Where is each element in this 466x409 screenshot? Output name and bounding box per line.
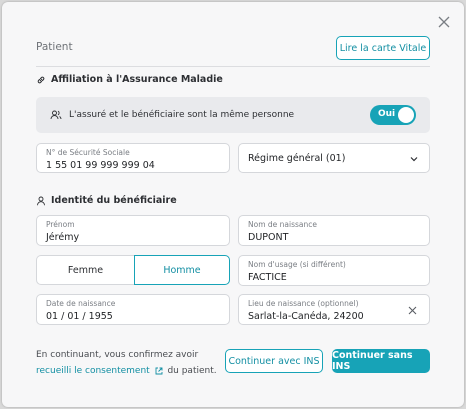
sexe-femme-option[interactable]: Femme	[36, 255, 134, 285]
ss-number-field[interactable]: N° de Sécurité Sociale 1 55 01 99 999 99…	[36, 143, 230, 173]
consent-text-before: En continuant, vous confirmez avoir	[36, 350, 199, 360]
affiliation-section-title: Affiliation à l'Assurance Maladie	[36, 74, 223, 85]
date-naissance-value: 01 / 01 / 1955	[46, 311, 113, 322]
clear-icon[interactable]	[408, 306, 417, 315]
external-link-icon	[155, 367, 163, 374]
date-naissance-field[interactable]: Date de naissance 01 / 01 / 1955	[36, 294, 230, 325]
regime-select[interactable]: Régime général (01)	[238, 143, 430, 173]
toggle-knob	[398, 107, 414, 123]
lieu-naissance-field[interactable]: Lieu de naissance (optionnel) Sarlat-la-…	[238, 294, 430, 325]
regime-value: Régime général (01)	[248, 153, 346, 164]
lieu-naissance-label: Lieu de naissance (optionnel)	[248, 299, 359, 308]
chevron-down-icon	[410, 157, 418, 162]
same-person-row: L'assuré et le bénéficiaire sont la même…	[36, 97, 430, 133]
lieu-naissance-value: Sarlat-la-Canéda, 24200	[248, 311, 364, 322]
sexe-homme-option[interactable]: Homme	[134, 255, 230, 285]
nom-usage-field[interactable]: Nom d'usage (si différent) FACTICE	[238, 255, 430, 286]
ss-number-value: 1 55 01 99 999 999 04	[46, 160, 155, 171]
header-divider	[36, 66, 430, 67]
read-vitale-card-button[interactable]: Lire la carte Vitale	[336, 36, 430, 60]
user-icon	[37, 196, 45, 205]
consent-link[interactable]: recueilli le consentement	[36, 366, 150, 376]
consent-notice: En continuant, vous confirmez avoir recu…	[36, 347, 226, 379]
continue-with-ins-button[interactable]: Continuer avec INS	[225, 349, 323, 373]
affiliation-title-text: Affiliation à l'Assurance Maladie	[51, 74, 223, 85]
patient-modal: Patient Lire la carte Vitale Affiliation…	[2, 2, 464, 407]
link-icon	[37, 76, 45, 83]
nom-naissance-label: Nom de naissance	[248, 220, 317, 229]
prenom-field[interactable]: Prénom Jérémy	[36, 215, 230, 246]
ss-number-label: N° de Sécurité Sociale	[46, 148, 130, 157]
same-person-label: L'assuré et le bénéficiaire sont la même…	[69, 110, 295, 120]
users-icon	[50, 110, 62, 120]
consent-text-after: du patient.	[167, 366, 217, 376]
close-icon[interactable]	[436, 14, 452, 30]
same-person-toggle[interactable]: Oui	[370, 105, 416, 125]
nom-naissance-field[interactable]: Nom de naissance DUPONT	[238, 215, 430, 246]
nom-usage-label: Nom d'usage (si différent)	[248, 260, 346, 269]
identity-section-title: Identité du bénéficiaire	[36, 195, 177, 206]
nom-usage-value: FACTICE	[248, 272, 287, 283]
nom-naissance-value: DUPONT	[248, 232, 289, 243]
continue-without-ins-button[interactable]: Continuer sans INS	[332, 349, 430, 373]
prenom-label: Prénom	[46, 220, 75, 229]
date-naissance-label: Date de naissance	[46, 299, 116, 308]
toggle-label: Oui	[378, 109, 396, 119]
page-title: Patient	[36, 41, 73, 53]
prenom-value: Jérémy	[46, 232, 80, 243]
identity-title-text: Identité du bénéficiaire	[51, 195, 177, 206]
